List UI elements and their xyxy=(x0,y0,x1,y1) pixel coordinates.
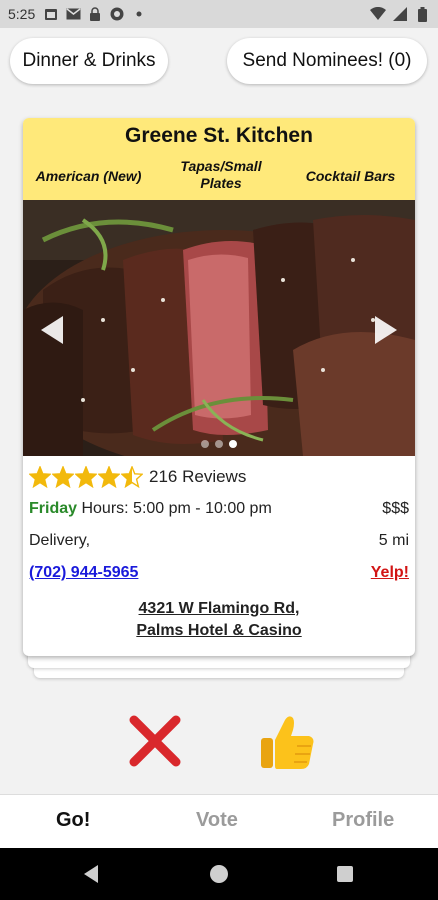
star-icon xyxy=(98,466,120,488)
recents-icon[interactable] xyxy=(337,866,353,882)
battery-icon xyxy=(414,6,430,22)
app-icon xyxy=(109,6,125,22)
category-label: Cocktail Bars xyxy=(305,168,396,184)
star-icon xyxy=(29,466,51,488)
restaurant-card[interactable]: Greene St. Kitchen American (New) Tapas/… xyxy=(23,118,415,656)
rating-row: 216 Reviews xyxy=(29,464,246,490)
star-icon xyxy=(121,466,143,488)
star-rating xyxy=(29,466,143,488)
status-bar: 5:25 xyxy=(0,0,438,28)
calendar-icon xyxy=(43,6,59,22)
hours-text: Hours: 5:00 pm - 10:00 pm xyxy=(81,500,272,517)
photo-dot[interactable] xyxy=(215,440,223,448)
category-filter-button[interactable]: Dinner & Drinks xyxy=(10,38,168,84)
photo-dot-active[interactable] xyxy=(229,440,237,448)
tab-profile[interactable]: Profile xyxy=(332,809,394,832)
address-line-2: Palms Hotel & Casino xyxy=(136,622,302,639)
category-list: American (New) Tapas/Small Plates Cockta… xyxy=(23,156,415,196)
photo-indicator xyxy=(23,440,415,448)
previous-photo-arrow[interactable] xyxy=(41,316,63,344)
hours-day: Friday xyxy=(29,500,78,517)
phone-link[interactable]: (702) 944-5965 xyxy=(29,564,138,581)
services-row: Delivery, 5 mi xyxy=(29,532,409,556)
card-header: Greene St. Kitchen American (New) Tapas/… xyxy=(23,118,415,200)
send-nominees-button[interactable]: Send Nominees! (0) xyxy=(227,38,427,84)
star-icon xyxy=(75,466,97,488)
address-link[interactable]: 4321 W Flamingo Rd, Palms Hotel & Casino xyxy=(23,598,415,642)
category-label: Tapas/Small Plates xyxy=(180,158,262,191)
like-button[interactable] xyxy=(257,712,317,772)
restaurant-name: Greene St. Kitchen xyxy=(125,124,313,147)
top-actions: Dinner & Drinks Send Nominees! (0) xyxy=(0,38,438,90)
reject-button[interactable] xyxy=(128,714,182,768)
steak-photo-image xyxy=(23,200,415,456)
category-label: American (New) xyxy=(35,168,142,184)
wifi-icon xyxy=(370,6,386,22)
system-nav-bar xyxy=(0,848,438,900)
star-icon xyxy=(52,466,74,488)
address-line-1: 4321 W Flamingo Rd, xyxy=(138,600,300,617)
review-count: 216 Reviews xyxy=(149,467,247,486)
home-icon[interactable] xyxy=(210,865,228,883)
contact-row: (702) 944-5965 Yelp! xyxy=(29,564,409,588)
price-level: $$$ xyxy=(382,500,409,517)
tab-vote[interactable]: Vote xyxy=(196,809,238,832)
thumbs-up-icon xyxy=(261,716,314,769)
services-text: Delivery, xyxy=(29,532,91,549)
tab-go[interactable]: Go! xyxy=(56,809,90,832)
back-icon[interactable] xyxy=(84,865,98,883)
signal-icon xyxy=(392,6,408,22)
next-photo-arrow[interactable] xyxy=(375,316,397,344)
bottom-tab-bar: Go! Vote Profile xyxy=(0,794,438,848)
yelp-link[interactable]: Yelp! xyxy=(371,564,409,582)
hours-row: Friday Hours: 5:00 pm - 10:00 pm $$$ xyxy=(29,500,409,524)
restaurant-photo[interactable] xyxy=(23,200,415,456)
distance: 5 mi xyxy=(378,532,409,549)
red-x-icon xyxy=(129,715,181,767)
lock-icon xyxy=(87,6,103,22)
gmail-icon xyxy=(65,6,81,22)
status-time: 5:25 xyxy=(8,6,36,22)
photo-dot[interactable] xyxy=(201,440,209,448)
dot-icon xyxy=(131,6,147,22)
